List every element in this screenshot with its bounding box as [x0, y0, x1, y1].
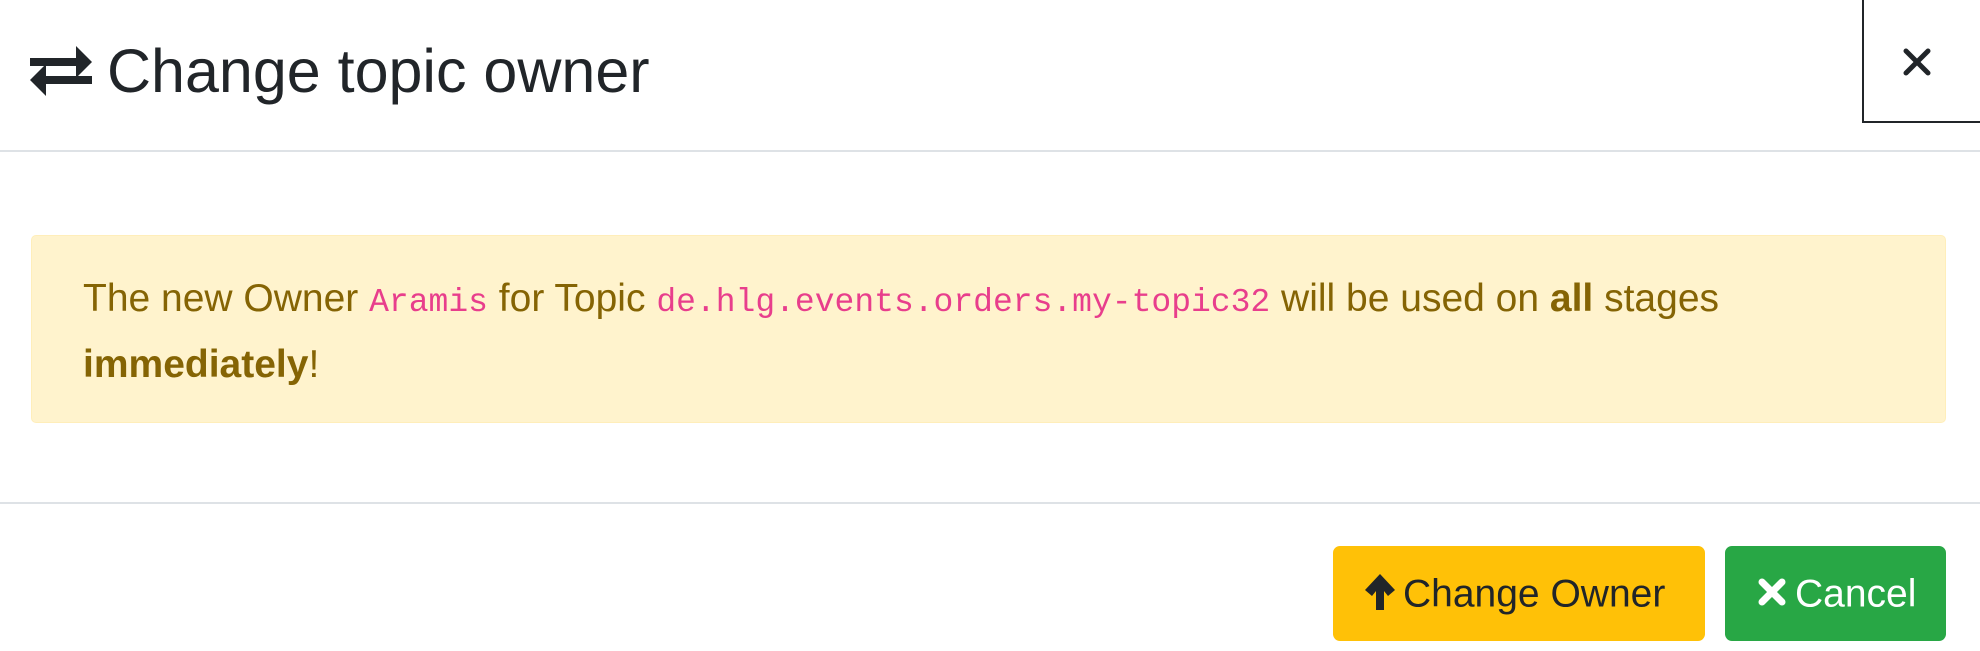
close-icon [1903, 48, 1931, 76]
times-icon [1758, 578, 1786, 606]
all-emphasis: all [1549, 277, 1594, 320]
warning-alert: The new Owner Aramis for Topic de.hlg.ev… [31, 235, 1946, 423]
alert-message: The new Owner Aramis for Topic de.hlg.ev… [83, 236, 1903, 396]
dialog-body: The new Owner Aramis for Topic de.hlg.ev… [0, 152, 1980, 504]
alert-text-intro: The new Owner [83, 277, 370, 320]
dialog-header: Change topic owner [0, 0, 1980, 152]
dialog-footer: Change Owner Cancel [0, 504, 1980, 651]
arrow-up-icon [1365, 573, 1395, 610]
change-owner-dialog: Change topic owner The new Owner Aramis … [0, 0, 1980, 651]
alert-text-stages-intro: will be used on [1270, 277, 1550, 320]
close-button[interactable] [1862, 0, 1980, 123]
immediately-emphasis: immediately [83, 343, 309, 386]
alert-text-end: ! [308, 343, 320, 386]
alert-text-topic-intro: for Topic [487, 277, 657, 320]
exchange-arrows-icon [30, 46, 92, 96]
topic-name: de.hlg.events.orders.my-topic32 [656, 284, 1271, 321]
alert-text-stages: stages [1593, 277, 1720, 320]
change-owner-label: Change Owner [1403, 572, 1666, 616]
cancel-label: Cancel [1795, 572, 1917, 616]
cancel-button[interactable]: Cancel [1725, 546, 1946, 641]
owner-name: Aramis [369, 284, 488, 321]
change-owner-button[interactable]: Change Owner [1333, 546, 1705, 641]
dialog-title: Change topic owner [107, 37, 650, 105]
